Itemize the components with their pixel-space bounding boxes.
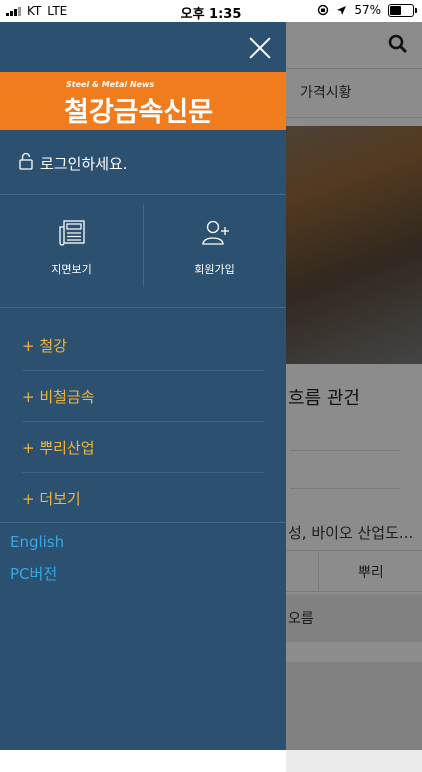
pc-version-link[interactable]: PC버전 (10, 563, 57, 584)
battery-icon (388, 3, 417, 17)
drawer-menu: + 철강 + 비철금속 + 뿌리산업 + 더보기 (22, 320, 264, 523)
login-text: 로그인하세요. (40, 155, 128, 173)
quick-actions: 지면보기 회원가입 (0, 195, 286, 308)
lock-icon (19, 152, 33, 170)
logo-title: 철강금속신문 (64, 97, 214, 128)
close-icon[interactable] (246, 34, 274, 62)
view-paper-button[interactable]: 지면보기 (0, 195, 143, 307)
login-link[interactable]: 로그인하세요. (0, 130, 286, 195)
english-link[interactable]: English (10, 533, 64, 551)
add-user-icon (202, 220, 229, 245)
status-right: 57% (317, 3, 417, 17)
menu-item-nonferrous[interactable]: + 비철금속 (22, 371, 264, 422)
menu-item-more[interactable]: + 더보기 (22, 473, 264, 523)
rotation-lock-icon (318, 4, 329, 16)
signup-label: 회원가입 (194, 263, 235, 276)
logo-subtitle: Steel & Metal News (66, 80, 155, 89)
logo-banner[interactable]: Steel & Metal News 철강금속신문 (0, 72, 286, 130)
signup-button[interactable]: 회원가입 (143, 195, 286, 307)
newspaper-icon (59, 220, 85, 246)
location-icon (337, 5, 347, 15)
menu-item-steel[interactable]: + 철강 (22, 320, 264, 371)
menu-item-root-industry[interactable]: + 뿌리산업 (22, 422, 264, 473)
drawer-header (0, 22, 286, 72)
battery-percent: 57% (354, 3, 381, 17)
battery-fill (390, 5, 401, 15)
view-paper-label: 지면보기 (51, 263, 92, 276)
status-bar: KT LTE 오후 1:35 57% (0, 0, 422, 22)
divider (0, 522, 286, 523)
side-drawer: Steel & Metal News 철강금속신문 로그인하세요. 지면보기 회… (0, 22, 286, 750)
